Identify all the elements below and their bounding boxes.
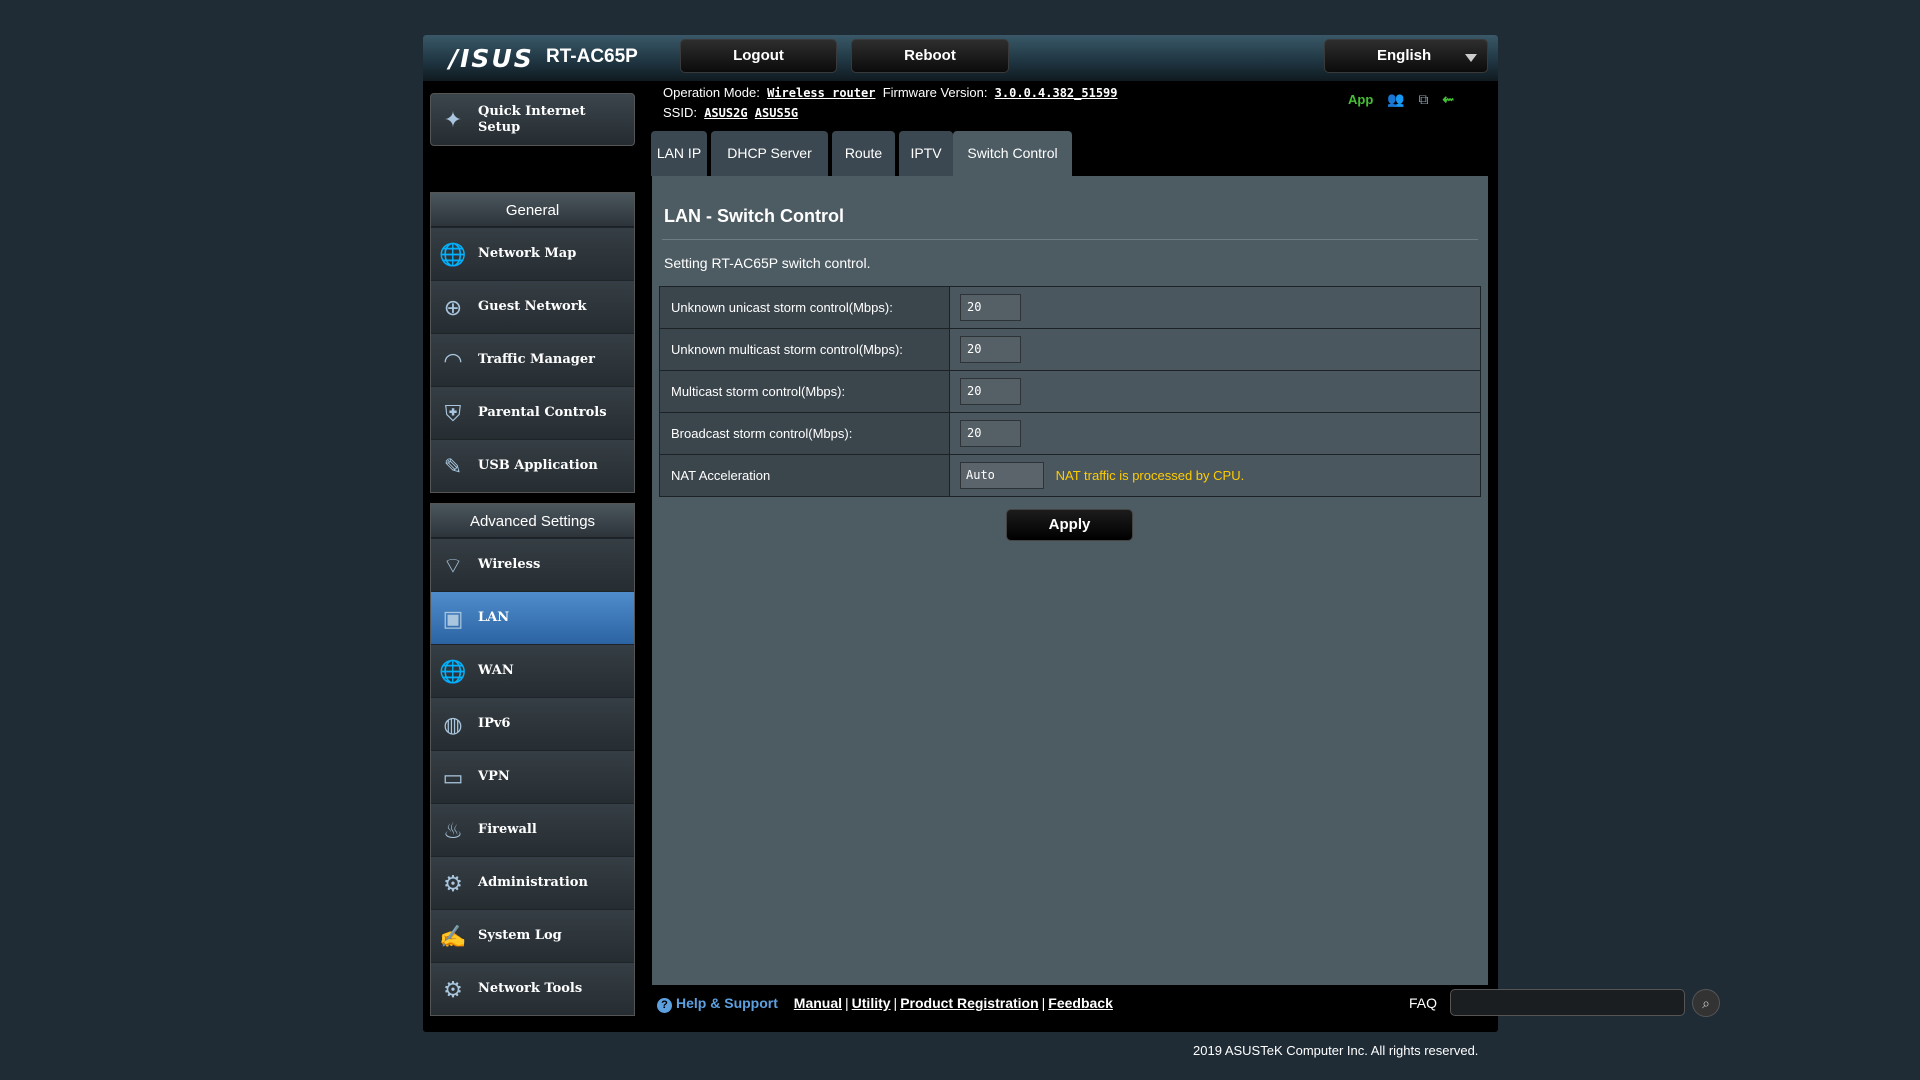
- sidebar-item-administration[interactable]: ⚙ Administration: [431, 856, 634, 909]
- log-icon: ✍: [439, 924, 467, 949]
- sidebar-item-lan[interactable]: ▣ LAN: [431, 591, 634, 644]
- sidebar-item-parental-controls[interactable]: ⛨ Parental Controls: [431, 386, 634, 439]
- ssid-label: SSID:: [663, 105, 697, 120]
- tab-dhcp-server[interactable]: DHCP Server: [711, 131, 828, 176]
- quick-setup-label: Quick Internet Setup: [478, 104, 586, 135]
- page-title: LAN - Switch Control: [664, 206, 844, 226]
- app-link[interactable]: App: [1348, 92, 1373, 107]
- model-name: RT-AC65P: [546, 46, 638, 67]
- admin-gear-icon: ⚙: [443, 871, 463, 896]
- manual-link[interactable]: Manual: [794, 995, 842, 1011]
- chevron-down-icon: [1465, 54, 1477, 62]
- search-icon[interactable]: ⌕: [1692, 989, 1720, 1017]
- page-description: Setting RT-AC65P switch control.: [664, 255, 871, 271]
- copyright: 2019 ASUSTeK Computer Inc. All rights re…: [1193, 1043, 1479, 1058]
- network-icon[interactable]: ⧉: [1419, 91, 1429, 108]
- top-banner: /ISUS RT-AC65P Logout Reboot English: [423, 35, 1498, 81]
- faq-label: FAQ: [1409, 995, 1438, 1011]
- firmware-link[interactable]: 3.0.0.4.382_51599: [995, 86, 1118, 100]
- reboot-button[interactable]: Reboot: [851, 39, 1009, 73]
- table-row: Broadcast storm control(Mbps): 20: [659, 412, 1481, 455]
- settings-table: Unknown unicast storm control(Mbps): 20 …: [659, 286, 1481, 497]
- tools-gear-icon: ⚙: [443, 977, 463, 1002]
- sidebar-item-usb-application[interactable]: ✎ USB Application: [431, 439, 634, 492]
- quick-internet-setup[interactable]: ✦ Quick Internet Setup: [430, 93, 635, 146]
- op-mode-label: Operation Mode:: [663, 85, 760, 100]
- table-row: Unknown multicast storm control(Mbps): 2…: [659, 328, 1481, 371]
- sidebar-item-wan[interactable]: 🌐 WAN: [431, 644, 634, 697]
- lan-icon: ▣: [442, 606, 464, 631]
- sidebar-item-system-log[interactable]: ✍ System Log: [431, 909, 634, 962]
- vpn-icon: ▭: [442, 765, 464, 790]
- firmware-label: Firmware Version:: [882, 85, 988, 100]
- general-menu: General 🌐 Network Map ⊕ Guest Network ◠ …: [430, 192, 635, 493]
- broadcast-storm-label: Broadcast storm control(Mbps):: [659, 412, 950, 455]
- apply-button[interactable]: Apply: [1006, 509, 1133, 541]
- content-panel: LAN - Switch Control Setting RT-AC65P sw…: [652, 176, 1488, 985]
- multicast-storm-input[interactable]: 20: [960, 378, 1021, 405]
- tab-switch-control[interactable]: Switch Control: [953, 131, 1072, 176]
- wan-globe-icon: 🌐: [439, 659, 467, 684]
- puzzle-icon: ✎: [443, 454, 463, 479]
- table-row: Unknown unicast storm control(Mbps): 20: [659, 286, 1481, 329]
- unicast-storm-input[interactable]: 20: [960, 294, 1021, 321]
- globe-icon: 🌐: [439, 242, 467, 267]
- ipv6-icon: ◍: [443, 712, 463, 737]
- tab-iptv[interactable]: IPTV: [899, 131, 953, 176]
- nat-acceleration-select[interactable]: Auto: [960, 462, 1044, 489]
- sidebar-item-guest-network[interactable]: ⊕ Guest Network: [431, 280, 634, 333]
- sidebar-item-firewall[interactable]: ♨ Firewall: [431, 803, 634, 856]
- footer: ? Help & Support Manual | Utility | Product R…: [657, 989, 1720, 1017]
- logout-button[interactable]: Logout: [680, 39, 837, 73]
- faq-search-input[interactable]: [1450, 989, 1685, 1016]
- sidebar-item-vpn[interactable]: ▭ VPN: [431, 750, 634, 803]
- status-icons: App 👥 ⧉ ⇜: [1348, 91, 1464, 108]
- language-label: English: [1377, 47, 1432, 64]
- sidebar-item-network-tools[interactable]: ⚙ Network Tools: [431, 962, 634, 1015]
- nat-acceleration-label: NAT Acceleration: [659, 454, 950, 497]
- sidebar-item-network-map[interactable]: 🌐 Network Map: [431, 227, 634, 280]
- ssid-5g-link[interactable]: ASUS5G: [755, 106, 798, 120]
- broadcast-storm-input[interactable]: 20: [960, 420, 1021, 447]
- divider: [662, 239, 1478, 240]
- product-registration-link[interactable]: Product Registration: [900, 995, 1038, 1011]
- table-row: NAT Acceleration Auto NAT traffic is pro…: [659, 454, 1481, 497]
- table-row: Multicast storm control(Mbps): 20: [659, 370, 1481, 413]
- multicast-unknown-storm-label: Unknown multicast storm control(Mbps):: [659, 328, 950, 371]
- advanced-header: Advanced Settings: [431, 504, 634, 538]
- utility-link[interactable]: Utility: [852, 995, 891, 1011]
- sidebar-item-ipv6[interactable]: ◍ IPv6: [431, 697, 634, 750]
- op-mode-link[interactable]: Wireless router: [767, 86, 875, 100]
- multicast-storm-label: Multicast storm control(Mbps):: [659, 370, 950, 413]
- help-icon: ?: [657, 998, 672, 1013]
- tab-route[interactable]: Route: [832, 131, 895, 176]
- language-select[interactable]: English: [1324, 39, 1488, 73]
- asus-logo: /ISUS: [449, 44, 534, 73]
- multicast-unknown-storm-input[interactable]: 20: [960, 336, 1021, 363]
- advanced-menu: Advanced Settings ⌔ Wireless ▣ LAN 🌐 WAN…: [430, 503, 635, 1016]
- ssid-2g-link[interactable]: ASUS2G: [704, 106, 747, 120]
- gauge-icon: ◠: [443, 348, 463, 373]
- wifi-icon: ⌔: [442, 553, 464, 578]
- sidebar-item-traffic-manager[interactable]: ◠ Traffic Manager: [431, 333, 634, 386]
- fire-icon: ♨: [443, 818, 463, 843]
- sidebar-item-wireless[interactable]: ⌔ Wireless: [431, 538, 634, 591]
- feedback-link[interactable]: Feedback: [1048, 995, 1113, 1011]
- clients-icon[interactable]: 👥: [1387, 91, 1404, 108]
- usb-icon[interactable]: ⇜: [1442, 91, 1454, 108]
- status-info: Operation Mode: Wireless router Firmware…: [663, 83, 1118, 123]
- unicast-storm-label: Unknown unicast storm control(Mbps):: [659, 286, 950, 329]
- guest-globe-icon: ⊕: [443, 295, 463, 320]
- lock-shield-icon: ⛨: [444, 401, 462, 426]
- general-header: General: [431, 193, 634, 227]
- help-support-label: Help & Support: [676, 995, 778, 1011]
- wand-icon: ✦: [443, 107, 463, 132]
- router-frame: /ISUS RT-AC65P Logout Reboot English ✦ Q…: [423, 35, 1720, 1032]
- nat-note: NAT traffic is processed by CPU.: [1055, 468, 1245, 483]
- tab-lan-ip[interactable]: LAN IP: [651, 131, 707, 176]
